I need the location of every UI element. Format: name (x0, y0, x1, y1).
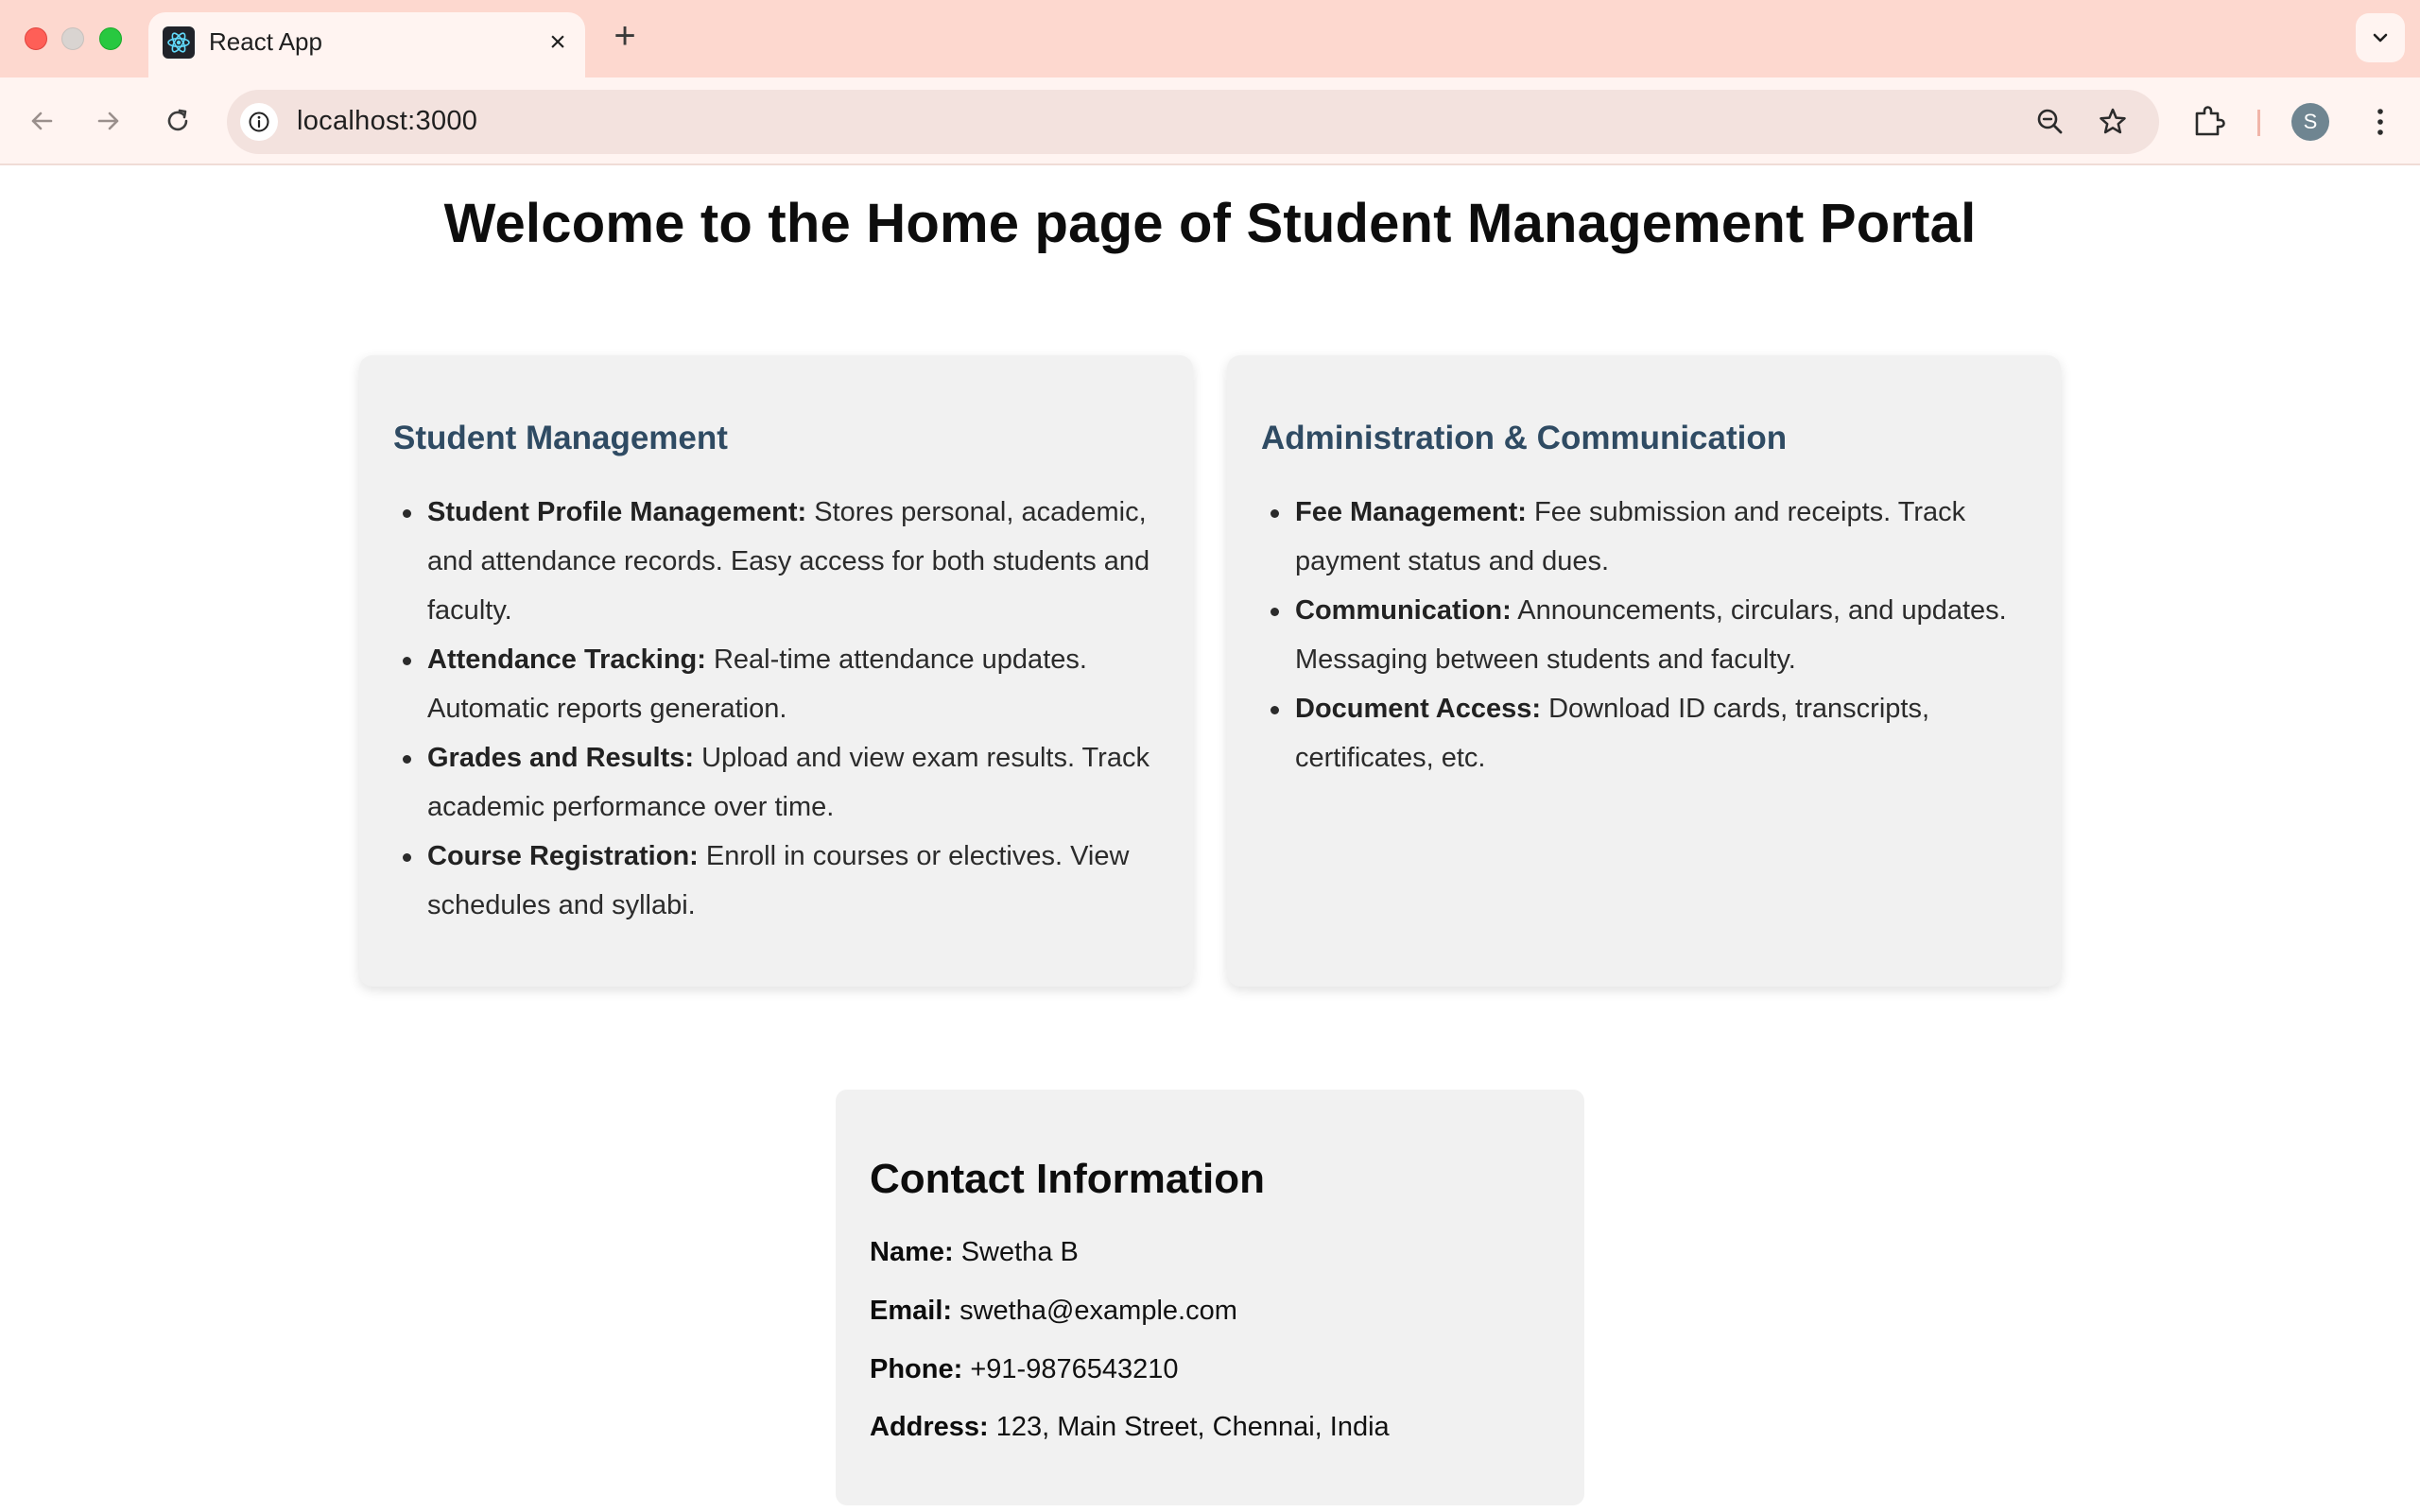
contact-label: Phone: (870, 1354, 963, 1384)
feature-label: Student Profile Management: (427, 497, 807, 527)
contact-heading: Contact Information (870, 1156, 1265, 1202)
contact-email: Email: swetha@example.com (870, 1296, 1237, 1327)
feature-label: Attendance Tracking: (427, 644, 706, 675)
address-bar[interactable]: localhost:3000 (227, 90, 2159, 154)
list-item: Fee Management: Fee submission and recei… (1261, 488, 2036, 586)
contact-label: Email: (870, 1296, 953, 1326)
zoom-button[interactable] (2031, 102, 2070, 142)
browser-tab-active[interactable]: React App × (148, 12, 585, 77)
window-close-button[interactable] (25, 27, 47, 50)
kebab-menu-icon (2377, 109, 2383, 135)
reload-icon (167, 109, 188, 131)
puzzle-icon (2195, 106, 2225, 136)
contact-value: +91-9876543210 (962, 1354, 1179, 1384)
feature-label: Fee Management: (1295, 497, 1527, 527)
site-info-button[interactable] (240, 103, 278, 141)
extensions-button[interactable] (2187, 100, 2231, 144)
contact-value: swetha@example.com (952, 1296, 1237, 1326)
administration-card: Administration & Communication Fee Manag… (1227, 355, 2061, 987)
feature-label: Document Access: (1295, 694, 1542, 724)
feature-label: Course Registration: (427, 841, 699, 871)
react-logo-icon (163, 26, 195, 59)
contact-label: Name: (870, 1237, 954, 1267)
contact-card: Contact Information Name: Swetha B Email… (836, 1090, 1584, 1505)
list-item: Attendance Tracking: Real-time attendanc… (393, 635, 1168, 733)
reload-button[interactable] (157, 100, 199, 142)
arrow-left-icon (31, 112, 53, 130)
tab-title: React App (209, 27, 322, 56)
card-heading: Administration & Communication (1261, 420, 1788, 456)
back-button[interactable] (21, 100, 62, 142)
feature-label: Communication: (1295, 595, 1512, 626)
contact-value: 123, Main Street, Chennai, India (988, 1412, 1390, 1442)
student-management-card: Student Management Student Profile Manag… (359, 355, 1193, 987)
contact-address: Address: 123, Main Street, Chennai, Indi… (870, 1412, 1390, 1443)
window-maximize-button[interactable] (99, 27, 122, 50)
contact-value: Swetha B (953, 1237, 1079, 1267)
new-tab-button[interactable]: + (608, 17, 642, 55)
contact-phone: Phone: +91-9876543210 (870, 1354, 1178, 1385)
list-item: Communication: Announcements, circulars,… (1261, 586, 2036, 684)
feature-label: Grades and Results: (427, 743, 695, 773)
star-icon (2100, 108, 2126, 134)
contact-label: Address: (870, 1412, 989, 1442)
list-item: Course Registration: Enroll in courses o… (393, 832, 1168, 930)
list-item: Document Access: Download ID cards, tran… (1261, 684, 2036, 782)
page-title: Welcome to the Home page of Student Mana… (443, 193, 1977, 254)
browser-toolbar: localhost:3000 S (0, 77, 2420, 165)
feature-list: Fee Management: Fee submission and recei… (1261, 488, 2036, 782)
toolbar-divider (2257, 110, 2260, 136)
list-item: Grades and Results: Upload and view exam… (393, 733, 1168, 832)
profile-avatar[interactable]: S (2291, 103, 2329, 141)
url-text[interactable]: localhost:3000 (297, 106, 477, 137)
card-heading: Student Management (393, 420, 728, 456)
chevron-down-icon (2373, 33, 2388, 43)
tab-search-button[interactable] (2356, 13, 2405, 62)
list-item: Student Profile Management: Stores perso… (393, 488, 1168, 635)
info-icon (249, 112, 269, 132)
window-minimize-button[interactable] (61, 27, 84, 50)
zoom-icon (2037, 109, 2063, 134)
bookmark-button[interactable] (2093, 102, 2133, 142)
feature-list: Student Profile Management: Stores perso… (393, 488, 1168, 930)
browser-menu-button[interactable] (2360, 100, 2401, 144)
tab-strip: React App × + (0, 0, 2420, 77)
forward-button[interactable] (88, 100, 130, 142)
tab-close-icon[interactable]: × (544, 28, 572, 57)
contact-name: Name: Swetha B (870, 1237, 1079, 1268)
arrow-right-icon (97, 112, 119, 130)
